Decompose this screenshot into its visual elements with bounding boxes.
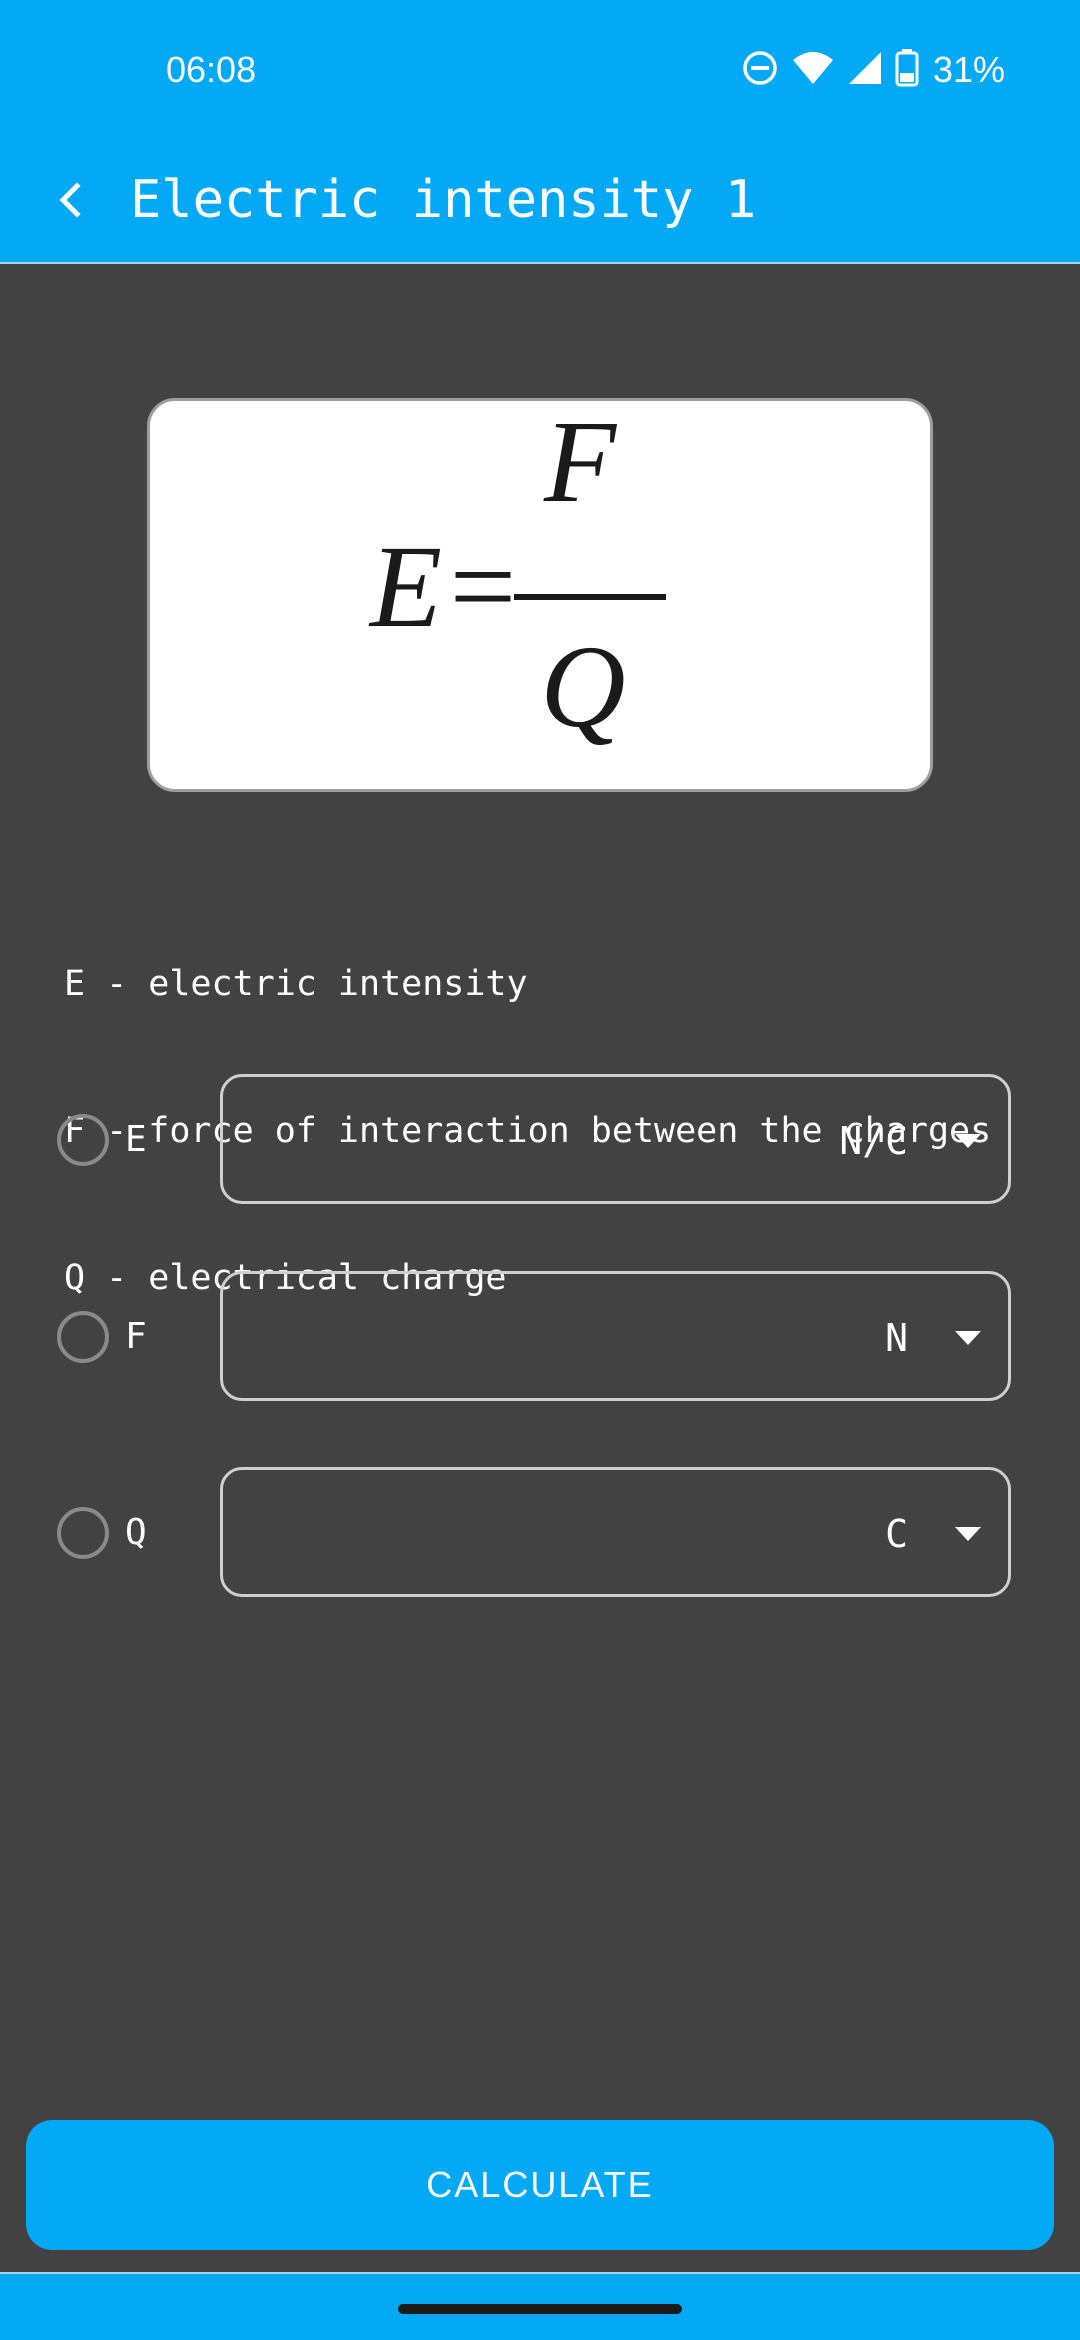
formula-denominator: Q xyxy=(540,621,625,752)
wifi-icon xyxy=(791,50,835,91)
variable-row-e: E N/C xyxy=(0,1074,1080,1204)
chevron-left-icon[interactable] xyxy=(40,170,100,230)
app-bar: Electric intensity 1 xyxy=(0,140,1080,264)
value-field-q[interactable]: C xyxy=(220,1467,1011,1597)
signal-icon xyxy=(847,50,883,91)
battery-icon xyxy=(895,48,919,92)
legend-line: E - electric intensity xyxy=(64,964,528,1004)
radio-e[interactable] xyxy=(57,1114,109,1166)
variable-row-f: F N xyxy=(0,1271,1080,1401)
variable-row-q: Q C xyxy=(0,1467,1080,1597)
radio-q[interactable] xyxy=(57,1507,109,1559)
battery-percentage: 31% xyxy=(932,49,1005,90)
dropdown-arrow-icon[interactable] xyxy=(948,1121,988,1161)
formula-image: E= F Q xyxy=(147,396,933,792)
value-field-f[interactable]: N xyxy=(220,1271,1011,1401)
dropdown-arrow-icon[interactable] xyxy=(948,1514,988,1554)
variable-label-f: F xyxy=(125,1316,147,1357)
status-time: 06:08 xyxy=(166,49,257,90)
home-gesture-handle[interactable] xyxy=(398,2304,682,2314)
status-bar: 06:08 31% xyxy=(0,0,1080,140)
unit-selector-q[interactable]: C xyxy=(885,1506,908,1562)
unit-selector-e[interactable]: N/C xyxy=(839,1113,908,1169)
variable-label-e: E xyxy=(125,1119,147,1160)
value-input-e[interactable] xyxy=(243,1097,803,1187)
do-not-disturb-icon xyxy=(741,49,779,92)
navigation-bar xyxy=(0,2272,1080,2340)
formula-lhs: E= xyxy=(368,521,522,652)
variable-label-q: Q xyxy=(125,1512,147,1553)
radio-f[interactable] xyxy=(57,1311,109,1363)
calculate-button[interactable]: CALCULATE xyxy=(26,2120,1054,2250)
value-field-e[interactable]: N/C xyxy=(220,1074,1011,1204)
status-icons: 31% xyxy=(741,44,1005,96)
fraction-bar xyxy=(514,594,666,600)
page-title: Electric intensity 1 xyxy=(130,170,757,230)
unit-selector-f[interactable]: N xyxy=(885,1310,908,1366)
value-input-q[interactable] xyxy=(243,1490,803,1580)
dropdown-arrow-icon[interactable] xyxy=(948,1318,988,1358)
value-input-f[interactable] xyxy=(243,1294,803,1384)
formula-numerator: F xyxy=(543,401,618,527)
